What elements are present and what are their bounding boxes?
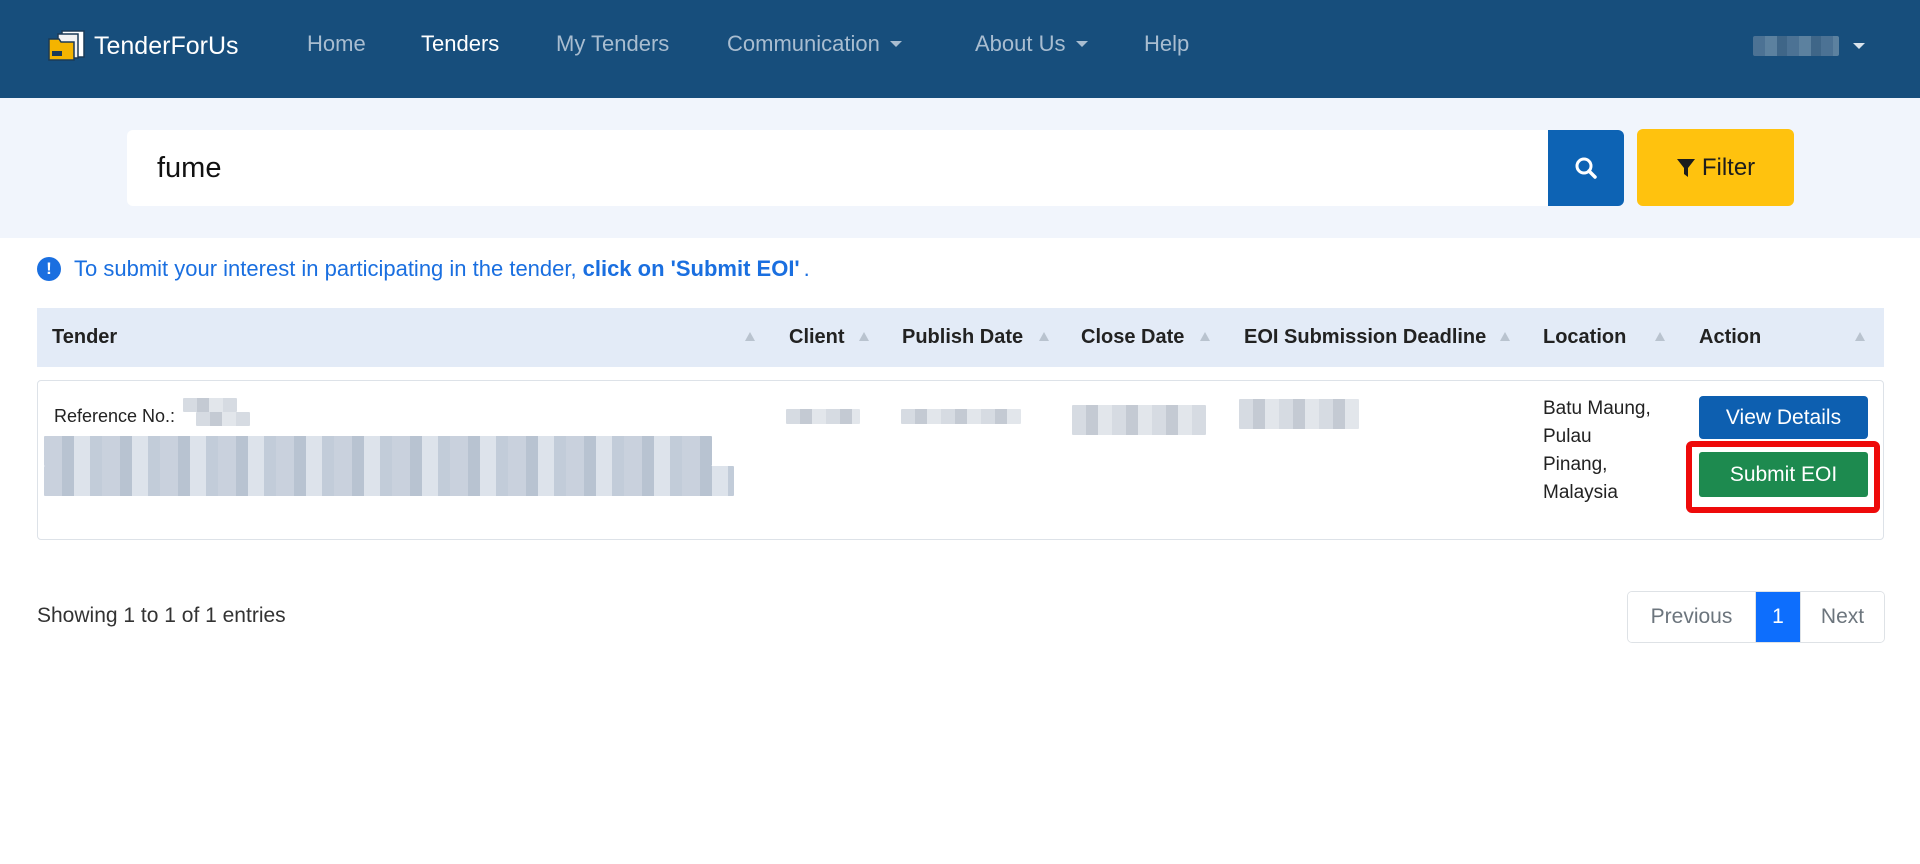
col-publish-date[interactable]: Publish Date <box>902 308 1023 367</box>
reference-number: Reference No.: <box>54 406 175 427</box>
nav-help[interactable]: Help <box>1144 31 1189 57</box>
sort-icon[interactable] <box>859 332 869 341</box>
brand-name: TenderForUs <box>94 31 239 60</box>
location-line: Batu Maung, <box>1543 398 1651 419</box>
nav-tenders[interactable]: Tenders <box>421 31 499 57</box>
nav-my-tenders[interactable]: My Tenders <box>556 31 669 57</box>
submit-eoi-button[interactable]: Submit EOI <box>1699 452 1868 497</box>
redacted-eoi-deadline <box>1239 399 1359 429</box>
col-eoi-deadline[interactable]: EOI Submission Deadline <box>1244 308 1486 367</box>
search-input[interactable] <box>127 130 1549 206</box>
pagination-previous[interactable]: Previous <box>1628 592 1756 642</box>
nav-communication-dropdown[interactable]: Communication <box>727 31 902 57</box>
col-tender[interactable]: Tender <box>52 308 117 367</box>
sort-icon[interactable] <box>1200 332 1210 341</box>
search-button[interactable] <box>1548 130 1624 206</box>
top-navbar: TenderForUs Home Tenders My Tenders Comm… <box>0 0 1920 98</box>
location-line: Pinang, <box>1543 454 1608 475</box>
col-close-date[interactable]: Close Date <box>1081 308 1184 367</box>
col-action-label: Action <box>1699 326 1762 348</box>
nav-my-tenders-label: My Tenders <box>556 31 670 56</box>
brand[interactable]: TenderForUs <box>48 30 239 62</box>
col-eoi-deadline-label: EOI Submission Deadline <box>1244 326 1487 348</box>
info-message: ! To submit your interest in participati… <box>37 256 810 282</box>
col-location-label: Location <box>1543 326 1627 348</box>
col-action[interactable]: Action <box>1699 308 1761 367</box>
nav-tenders-label: Tenders <box>421 31 500 56</box>
info-text: To submit your interest in participating… <box>74 256 577 281</box>
redacted-client <box>786 409 860 424</box>
view-details-button[interactable]: View Details <box>1699 396 1868 439</box>
info-bold-text: click on 'Submit EOI' <box>582 256 800 281</box>
filter-icon <box>1676 158 1695 177</box>
table-header: Tender Client Publish Date Close Date EO… <box>37 308 1884 367</box>
info-tail: . <box>803 256 810 281</box>
nav-help-label: Help <box>1144 31 1190 56</box>
col-tender-label: Tender <box>52 326 118 348</box>
redacted-publish-date <box>901 409 1021 424</box>
redacted-tender-title[interactable] <box>44 466 734 496</box>
col-close-date-label: Close Date <box>1081 326 1185 348</box>
filter-button-label: Filter <box>1701 153 1756 181</box>
pagination-next[interactable]: Next <box>1800 592 1884 642</box>
redacted-tender-title[interactable] <box>44 436 712 466</box>
nav-about-us-label: About Us <box>975 31 1066 56</box>
pagination-page-1[interactable]: 1 <box>1756 592 1800 642</box>
col-publish-date-label: Publish Date <box>902 326 1024 348</box>
sort-icon[interactable] <box>1039 332 1049 341</box>
search-icon <box>1575 157 1597 179</box>
location-line: Malaysia <box>1543 482 1618 503</box>
entries-info: Showing 1 to 1 of 1 entries <box>37 604 286 627</box>
redacted-username <box>1753 36 1839 56</box>
col-client-label: Client <box>789 326 845 348</box>
nav-communication-label: Communication <box>727 31 880 56</box>
sort-icon[interactable] <box>1500 332 1510 341</box>
nav-home[interactable]: Home <box>307 31 366 57</box>
location-cell: Batu Maung, Pulau Pinang, Malaysia <box>1543 395 1673 507</box>
sort-icon[interactable] <box>1855 332 1865 341</box>
folder-logo-icon <box>48 30 86 62</box>
col-location[interactable]: Location <box>1543 308 1626 367</box>
exclamation-circle-icon: ! <box>37 257 61 281</box>
nav-about-us-dropdown[interactable]: About Us <box>975 31 1088 57</box>
sort-icon[interactable] <box>1655 332 1665 341</box>
caret-down-icon <box>1075 41 1088 47</box>
filter-button[interactable]: Filter <box>1637 129 1794 206</box>
caret-down-icon <box>889 41 902 47</box>
col-client[interactable]: Client <box>789 308 845 367</box>
redacted-reference <box>183 398 237 412</box>
user-menu-dropdown[interactable] <box>1753 36 1865 56</box>
redacted-reference <box>196 412 250 426</box>
caret-down-icon <box>1853 43 1865 49</box>
redacted-close-date <box>1072 405 1206 435</box>
nav-home-label: Home <box>307 31 366 56</box>
reference-label: Reference No.: <box>54 406 176 426</box>
sort-icon[interactable] <box>745 332 755 341</box>
location-line: Pulau <box>1543 426 1592 447</box>
pagination: Previous 1 Next <box>1627 591 1885 643</box>
